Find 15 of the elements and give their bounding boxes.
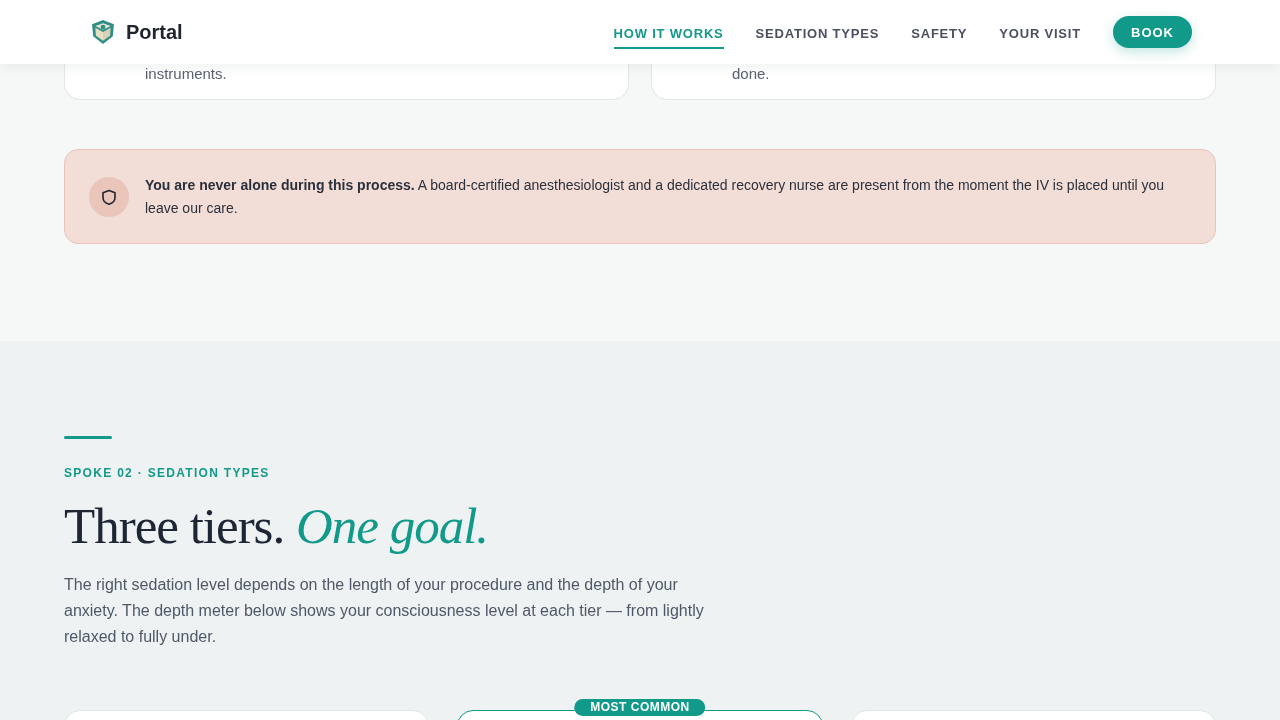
book-button[interactable]: BOOK (1113, 16, 1192, 48)
notice-text: You are never alone during this process. A board-certified anesthesiologist and a dedicated recovery nurse are present from the moment the IV is placed until you leave our care. (145, 175, 1166, 218)
card-text: instruments. (145, 65, 227, 82)
logo-icon (92, 20, 114, 44)
nav-link[interactable]: YOUR VISIT (999, 17, 1081, 49)
section-heading: Three tiers. One goal. (64, 497, 490, 556)
badge-label: MOST COMMON (574, 699, 706, 716)
card-text: done. (732, 65, 770, 82)
shield-icon (89, 176, 129, 217)
brand-name: Portal (126, 20, 183, 44)
nav-link[interactable]: HOW IT WORKS (613, 17, 724, 49)
nav-link[interactable]: SEDATION TYPES (755, 17, 880, 49)
section-intro: The right sedation level depends on the length of your procedure and the depth of your anxiety. The depth meter below shows your consciousness level at each tier — from lightly relaxed to fully under. (64, 575, 705, 647)
section-eyebrow: SPOKE 02 · SEDATION TYPES (64, 466, 271, 480)
nav-link[interactable]: SAFETY (911, 17, 968, 49)
